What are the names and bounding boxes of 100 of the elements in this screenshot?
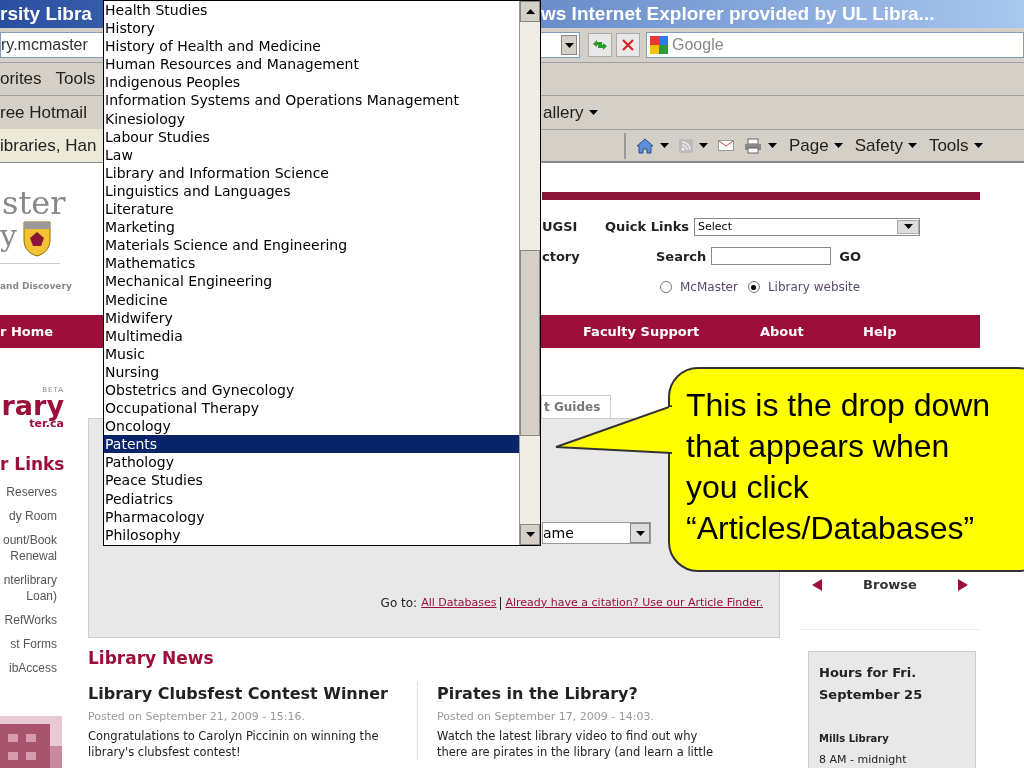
scroll-down-button[interactable] [520,524,540,545]
nav-link[interactable]: About [760,321,863,342]
dropdown-option[interactable]: Human Resources and Management [104,55,519,74]
sidebar-link[interactable]: nterlibrary Loan) [0,569,57,606]
dropdown-option[interactable]: Mechanical Engineering [104,272,519,291]
envelope-icon [718,140,734,151]
dropdown-option[interactable]: Marketing [104,218,519,237]
window-title: ws Internet Explorer provided by UL Libra... [541,1,935,26]
browser-tab[interactable]: ibraries, Han [0,129,104,162]
site-search-field[interactable] [711,247,832,266]
dropdown-option[interactable]: Law [104,145,519,164]
dropdown-option[interactable]: Music [104,344,519,363]
dropdown-option[interactable]: Medicine [104,290,519,309]
search-input[interactable]: Google [672,33,872,57]
scrollbar[interactable] [519,1,540,545]
sidebar-link[interactable]: st Forms [0,633,57,654]
dropdown-option[interactable]: Labour Studies [104,127,519,146]
dropdown-option[interactable]: Kinesiology [104,109,519,128]
close-icon [622,39,634,51]
mail-button[interactable] [718,140,734,151]
menu-item[interactable]: Tools [55,66,96,92]
quick-links-select[interactable]: Select [694,217,921,236]
caret-icon [699,143,708,148]
callout-text: This is the drop down that appears when you click “Articles/Databases” [686,386,992,548]
news-title[interactable]: Pirates in the Library? [437,681,722,706]
up-arrow-icon [525,9,535,14]
next-arrow-icon[interactable] [958,578,968,591]
google-logo-icon [650,36,668,54]
house-icon [636,137,654,154]
feeds-button[interactable] [679,138,708,153]
sidebar-link[interactable]: RefWorks [0,609,57,630]
databases-link[interactable]: All Databases [421,594,497,612]
caret-icon [903,224,913,230]
dropdown-option[interactable]: Obstetrics and Gynecology [104,380,519,400]
search-field[interactable]: Google [646,32,1024,58]
dropdown-option[interactable]: Pediatrics [104,489,519,508]
sidebar-link[interactable]: Reserves [0,481,57,502]
dropdown-button[interactable] [561,35,577,55]
dropdown-option[interactable]: Philosophy [104,525,519,544]
dropdown-option[interactable]: Pharmacology [104,507,519,526]
dropdown-option[interactable]: History [104,19,519,38]
radio-button[interactable] [747,281,760,293]
header-link[interactable]: ctory [542,246,656,266]
stop-button[interactable] [616,33,640,57]
logo-tagline: and Discovery [0,281,72,291]
sidebar-heading: r Links [0,453,66,476]
dropdown-option[interactable]: Oncology [104,417,519,436]
dropdown-option[interactable]: Literature [104,200,519,219]
caret-icon [768,143,777,148]
logo-domain: ter.ca [29,418,64,430]
command-menu[interactable]: Page [789,132,843,159]
dropdown-option[interactable]: Materials Science and Engineering [104,236,519,255]
library-name: Mills Library [819,731,890,746]
dropdown-option[interactable]: Occupational Therapy [104,399,519,418]
news-date: Posted on September 21, 2009 - 15:16. [88,708,306,725]
caret-icon [635,530,645,536]
nav-link[interactable]: Faculty Support [583,321,760,342]
scroll-thumb[interactable] [520,250,540,436]
caret-icon [564,42,574,48]
radio-button[interactable] [660,281,672,293]
dropdown-option[interactable]: History of Health and Medicine [104,37,519,56]
radio-label: Library website [767,279,861,296]
previous-arrow-icon[interactable] [812,578,822,591]
dropdown-option[interactable]: Information Systems and Operations Management [104,91,519,110]
sidebar-link[interactable]: ibAccess [0,657,57,678]
sidebar-link[interactable]: ount/Book Renewal [0,529,57,566]
hours-time: 8 AM - midnight [819,751,908,768]
select-field[interactable]: ame [542,522,651,544]
dropdown-option[interactable]: Peace Studies [104,471,519,490]
dropdown-option[interactable]: Pathology [104,453,519,472]
print-button[interactable] [744,137,777,154]
caret-icon [660,143,669,148]
refresh-button[interactable] [588,33,612,57]
nav-link[interactable]: Help [863,321,897,342]
header-link[interactable]: UGSI [542,217,605,237]
favorite-link[interactable]: ree Hotmail [0,102,87,122]
dropdown-option[interactable]: Health Studies [104,1,519,20]
printer-icon [744,137,762,154]
window-title: rsity Libra [0,2,92,24]
dropdown-option[interactable]: Library and Information Science [104,163,519,182]
news-title[interactable]: Library Clubsfest Contest Winner [88,681,397,706]
dropdown-option[interactable]: Multimedia [104,326,519,345]
favorite-link[interactable]: allery [543,99,598,126]
home-button[interactable] [636,137,669,154]
dropdown-option[interactable]: Nursing [104,362,519,381]
dropdown-option[interactable]: Patents [104,435,519,454]
caret-icon [907,143,917,148]
dropdown-option[interactable]: Indigenous Peoples [104,73,519,92]
scroll-up-button[interactable] [520,1,540,22]
command-menu[interactable]: Tools [928,132,983,159]
dropdown-option[interactable]: Linguistics and Languages [104,181,519,201]
dropdown-option[interactable]: Mathematics [104,254,519,273]
command-menu[interactable]: Safety [854,132,917,159]
article-finder-link[interactable]: Already have a citation? Use our Article Finder. [505,594,763,612]
go-button[interactable]: GO [839,246,862,266]
caret-icon [833,143,843,148]
sidebar-link[interactable]: dy Room [0,505,57,526]
news-heading: Library News [88,647,215,670]
menu-item[interactable]: orites [0,66,42,92]
dropdown-option[interactable]: Midwifery [104,308,519,327]
